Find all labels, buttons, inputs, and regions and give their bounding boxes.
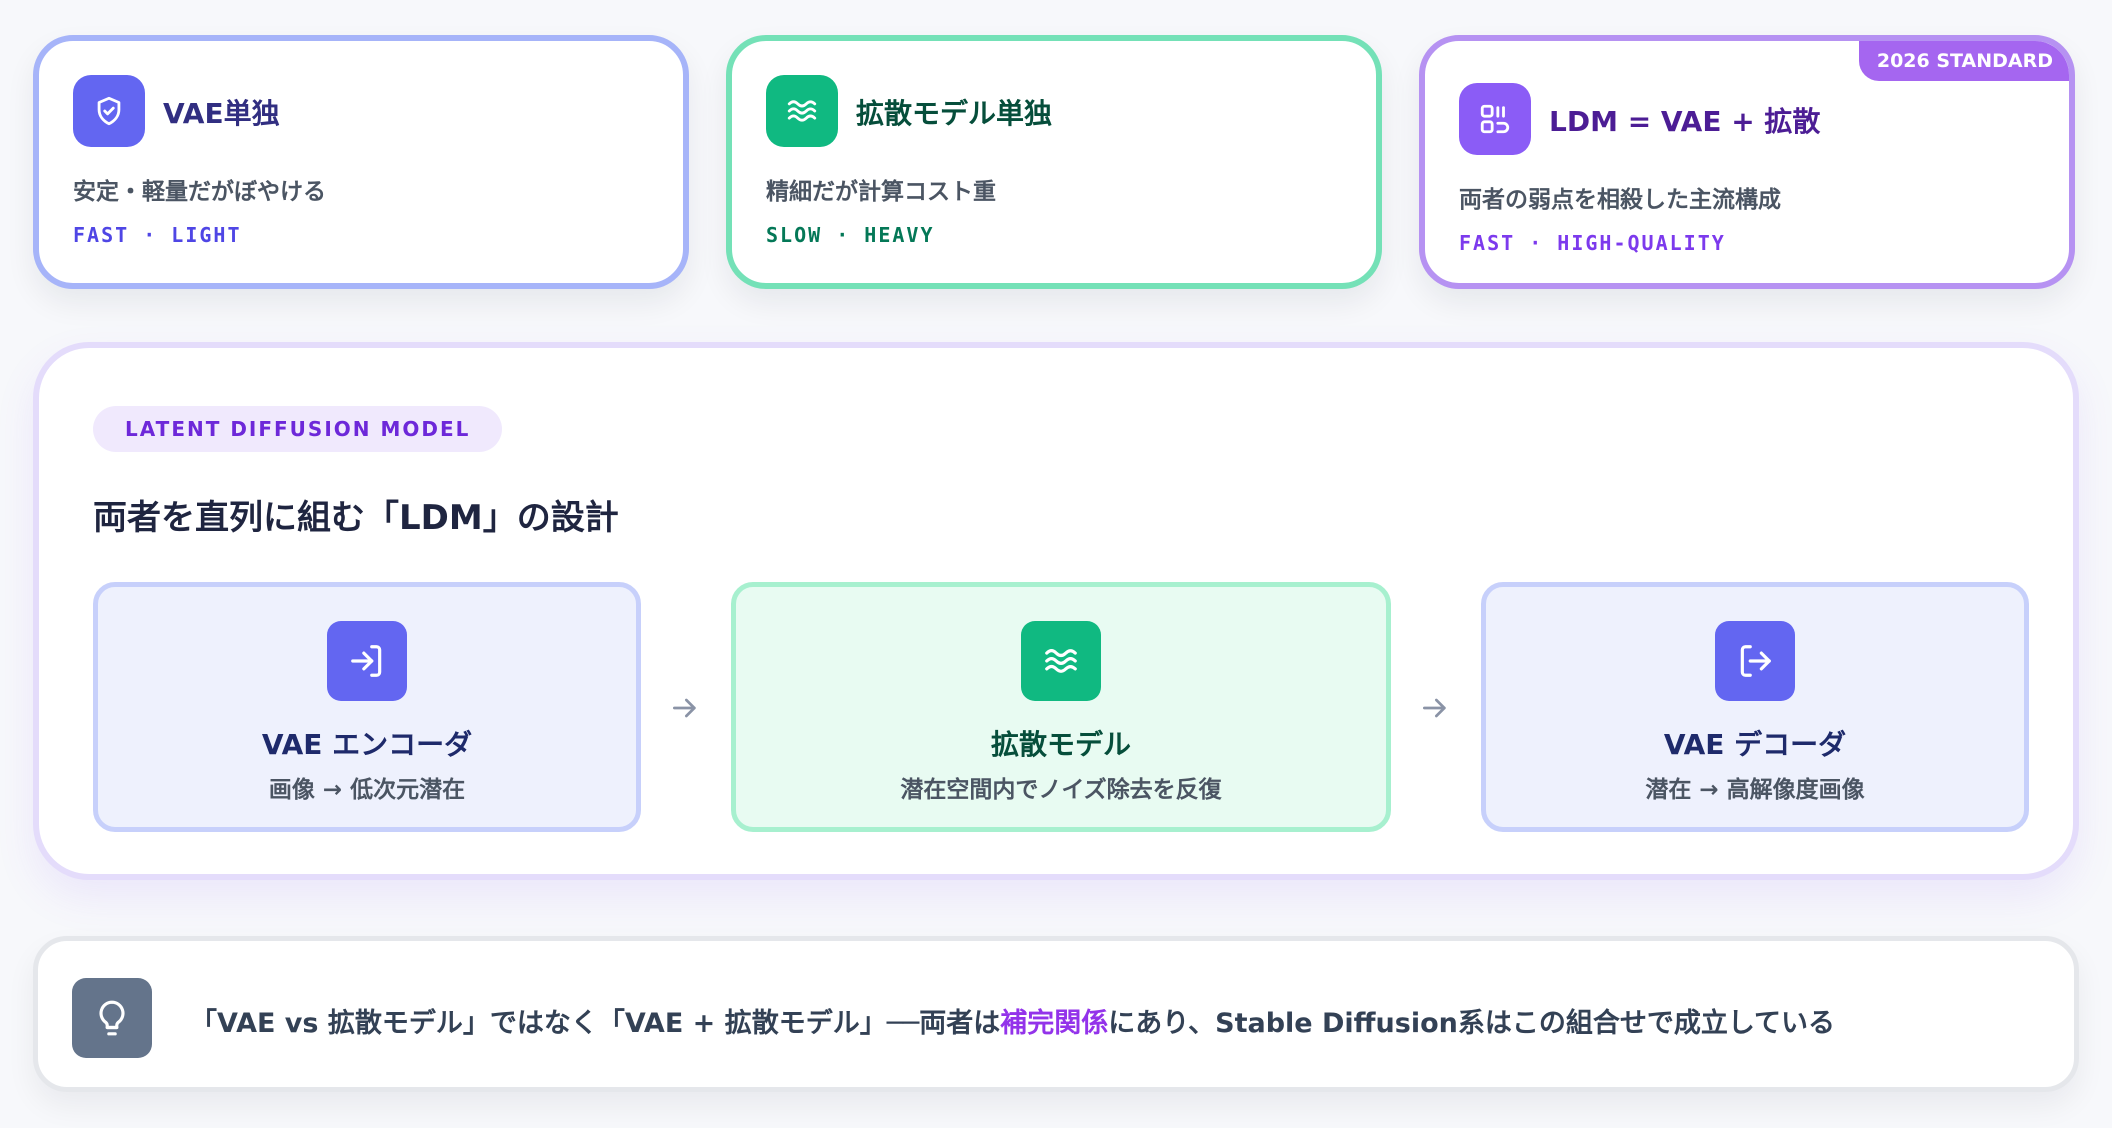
page: VAE単独 安定・軽量だがぼやける FAST · LIGHT 拡散モデル単独 精… bbox=[0, 0, 2112, 1128]
step-description: 潜在空間内でノイズ除去を反復 bbox=[900, 777, 1222, 803]
step-title: 拡散モデル bbox=[990, 728, 1131, 761]
step-vae-decoder: VAE デコーダ 潜在 → 高解像度画像 bbox=[1481, 582, 2029, 832]
arrow-right-icon bbox=[665, 688, 705, 728]
card-description: 精細だが計算コスト重 bbox=[766, 179, 996, 205]
logout-icon bbox=[1715, 621, 1795, 701]
note-text-before: 「VAE vs 拡散モデル」ではなく「VAE + 拡散モデル」──両者は bbox=[190, 1008, 1001, 1039]
card-description: 安定・軽量だがぼやける bbox=[73, 179, 326, 205]
step-title: VAE デコーダ bbox=[1663, 728, 1847, 761]
standard-badge: 2026 STANDARD bbox=[1858, 41, 2069, 81]
card-diffusion-only: 拡散モデル単独 精細だが計算コスト重 SLOW · HEAVY bbox=[726, 35, 1382, 289]
card-tags: SLOW · HEAVY bbox=[766, 223, 935, 247]
card-title: LDM = VAE + 拡散 bbox=[1549, 105, 1821, 138]
step-description: 画像 → 低次元潜在 bbox=[268, 777, 466, 803]
step-title: VAE エンコーダ bbox=[261, 728, 473, 761]
section-pill: LATENT DIFFUSION MODEL bbox=[93, 406, 503, 452]
card-tags: FAST · LIGHT bbox=[73, 223, 242, 247]
card-description: 両者の弱点を相殺した主流構成 bbox=[1459, 187, 1781, 213]
combine-icon bbox=[1459, 83, 1531, 155]
card-title: VAE単独 bbox=[163, 97, 280, 130]
waves-icon bbox=[1021, 621, 1101, 701]
shield-icon bbox=[73, 75, 145, 147]
note-text: 「VAE vs 拡散モデル」ではなく「VAE + 拡散モデル」──両者は補完関係… bbox=[190, 1001, 1835, 1040]
step-vae-encoder: VAE エンコーダ 画像 → 低次元潜在 bbox=[93, 582, 641, 832]
section-title: 両者を直列に組む「LDM」の設計 bbox=[93, 498, 619, 538]
card-vae-only: VAE単独 安定・軽量だがぼやける FAST · LIGHT bbox=[33, 35, 689, 289]
lightbulb-icon bbox=[72, 978, 152, 1058]
note-text-after: にあり、Stable Diffusion系はこの組合せで成立している bbox=[1108, 1008, 1836, 1039]
step-diffusion-model: 拡散モデル 潜在空間内でノイズ除去を反復 bbox=[731, 582, 1391, 832]
card-title: 拡散モデル単独 bbox=[856, 97, 1053, 130]
arrow-right-icon bbox=[1415, 688, 1455, 728]
note-highlight: 補完関係 bbox=[1000, 1008, 1109, 1039]
login-icon bbox=[327, 621, 407, 701]
step-description: 潜在 → 高解像度画像 bbox=[1645, 777, 1865, 803]
waves-icon bbox=[766, 75, 838, 147]
card-tags: FAST · HIGH-QUALITY bbox=[1459, 231, 1726, 255]
ldm-design-panel: LATENT DIFFUSION MODEL 両者を直列に組む「LDM」の設計 … bbox=[33, 342, 2079, 880]
insight-note: 「VAE vs 拡散モデル」ではなく「VAE + 拡散モデル」──両者は補完関係… bbox=[33, 936, 2079, 1092]
card-ldm: 2026 STANDARD LDM = VAE + 拡散 両者の弱点を相殺した主… bbox=[1419, 35, 2075, 289]
